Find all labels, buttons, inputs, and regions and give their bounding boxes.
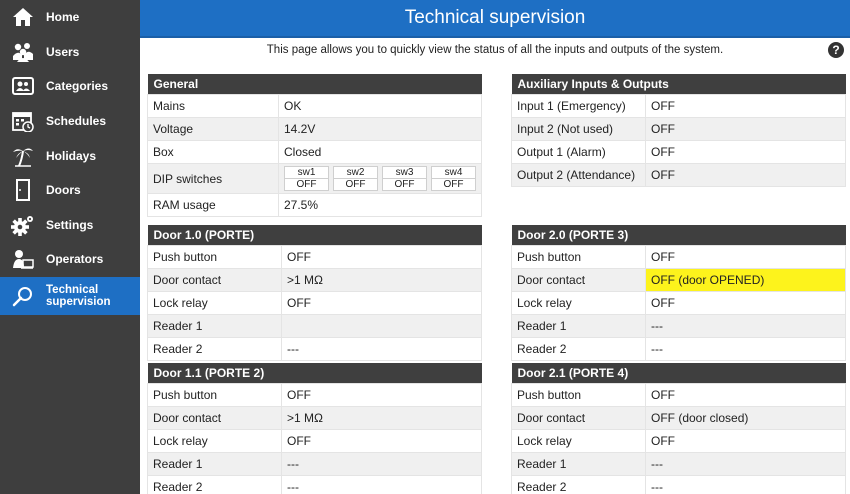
main-content: Technical supervision This page allows y… — [140, 0, 850, 494]
door-2-1-table: Door 2.1 (PORTE 4) Push button OFF Door c… — [511, 363, 846, 494]
sidebar-item-categories[interactable]: Categories — [0, 69, 140, 104]
operator-icon — [10, 246, 36, 272]
table-row: Lock relay OFF — [147, 290, 482, 316]
sidebar-item-users[interactable]: Users — [0, 35, 140, 70]
sidebar: Home Users Categories Schedules Holidays… — [0, 0, 140, 494]
table-row: Push button OFF — [147, 382, 482, 407]
table-row: RAM usage 27.5% — [147, 193, 482, 218]
dip-switch-1: sw1 OFF — [284, 166, 329, 192]
table-row: Lock relay OFF — [511, 428, 846, 454]
table-row: Reader 2 --- — [511, 475, 846, 494]
sidebar-item-label: Home — [46, 10, 80, 25]
table-row: Reader 1 --- — [511, 314, 846, 339]
door-header: Door 2.1 (PORTE 4) — [511, 363, 846, 383]
door-icon — [10, 177, 36, 203]
table-row: Door contact OFF (door closed) — [511, 405, 846, 430]
sidebar-item-label: Operators — [46, 252, 104, 267]
table-row: Door contact >1 MΩ — [147, 267, 482, 292]
table-row: Reader 2 --- — [147, 475, 482, 494]
help-icon[interactable]: ? — [828, 42, 844, 58]
door-2-0-table: Door 2.0 (PORTE 3) Push button OFF Door c… — [511, 225, 846, 362]
door-1-1-table: Door 1.1 (PORTE 2) Push button OFF Door c… — [147, 363, 482, 494]
door-1-0-table: Door 1.0 (PORTE) Push button OFF Door con… — [147, 225, 482, 362]
door-header: Door 1.0 (PORTE) — [147, 225, 482, 245]
table-row: Reader 1 — [147, 314, 482, 339]
table-row: Door contact OFF (door OPENED) — [511, 267, 846, 292]
calendar-icon — [10, 108, 36, 134]
table-row: Lock relay OFF — [147, 428, 482, 454]
dip-switches: sw1 OFF sw2 OFF sw3 OFF sw4 OFF — [278, 163, 482, 195]
magnifier-icon — [10, 283, 36, 309]
door-opened-alert: OFF (door OPENED) — [645, 267, 846, 292]
sidebar-item-schedules[interactable]: Schedules — [0, 104, 140, 139]
sidebar-item-technical-supervision[interactable]: Technical supervision — [0, 276, 140, 315]
dip-switch-3: sw3 OFF — [382, 166, 427, 192]
users-icon — [10, 39, 36, 65]
table-row: Push button OFF — [147, 244, 482, 269]
door-header: Door 1.1 (PORTE 2) — [147, 363, 482, 383]
intro-text: This page allows you to quickly view the… — [140, 38, 850, 62]
door-header: Door 2.0 (PORTE 3) — [511, 225, 846, 245]
table-row: Reader 2 --- — [147, 337, 482, 362]
table-row: Door contact >1 MΩ — [147, 405, 482, 430]
sidebar-item-operators[interactable]: Operators — [0, 242, 140, 277]
general-header: General — [147, 74, 482, 94]
sidebar-item-label: Doors — [46, 183, 81, 198]
table-row: Lock relay OFF — [511, 290, 846, 316]
sidebar-item-label: Holidays — [46, 148, 97, 163]
sidebar-item-label: Schedules — [46, 114, 107, 129]
dip-switch-2: sw2 OFF — [333, 166, 378, 192]
sidebar-item-settings[interactable]: Settings — [0, 208, 140, 243]
gear-icon — [10, 212, 36, 238]
page-title: Technical supervision — [140, 0, 850, 38]
table-row: Reader 2 --- — [511, 337, 846, 362]
general-table: General Mains OK Voltage 14.2V Box Closed D… — [147, 74, 482, 218]
auxiliary-io-table: Auxiliary Inputs & Outputs Input 1 (Emer… — [511, 74, 846, 188]
table-row: Reader 1 --- — [511, 452, 846, 477]
palm-tree-icon — [10, 143, 36, 169]
sidebar-item-home[interactable]: Home — [0, 0, 140, 35]
table-row: Box Closed — [147, 139, 482, 165]
dip-switch-4: sw4 OFF — [431, 166, 476, 192]
sidebar-item-label: Users — [46, 44, 80, 59]
table-row: Voltage 14.2V — [147, 116, 482, 141]
sidebar-item-label: Categories — [46, 79, 109, 94]
table-row: Output 1 (Alarm) OFF — [511, 139, 846, 165]
table-row: Output 2 (Attendance) OFF — [511, 163, 846, 188]
home-icon — [10, 4, 36, 30]
table-row: Mains OK — [147, 93, 482, 118]
table-row: DIP switches sw1 OFF sw2 OFF sw3 OFF sw4 OFF — [147, 163, 482, 195]
sidebar-item-doors[interactable]: Doors — [0, 173, 140, 208]
table-row: Input 2 (Not used) OFF — [511, 116, 846, 141]
table-row: Push button OFF — [511, 382, 846, 407]
table-row: Input 1 (Emergency) OFF — [511, 93, 846, 118]
sidebar-item-label: Settings — [46, 217, 94, 232]
auxiliary-header: Auxiliary Inputs & Outputs — [511, 74, 846, 94]
table-row: Reader 1 --- — [147, 452, 482, 477]
sidebar-item-holidays[interactable]: Holidays — [0, 138, 140, 173]
table-row: Push button OFF — [511, 244, 846, 269]
sidebar-item-label: Technical supervision — [46, 283, 111, 308]
categories-icon — [10, 73, 36, 99]
